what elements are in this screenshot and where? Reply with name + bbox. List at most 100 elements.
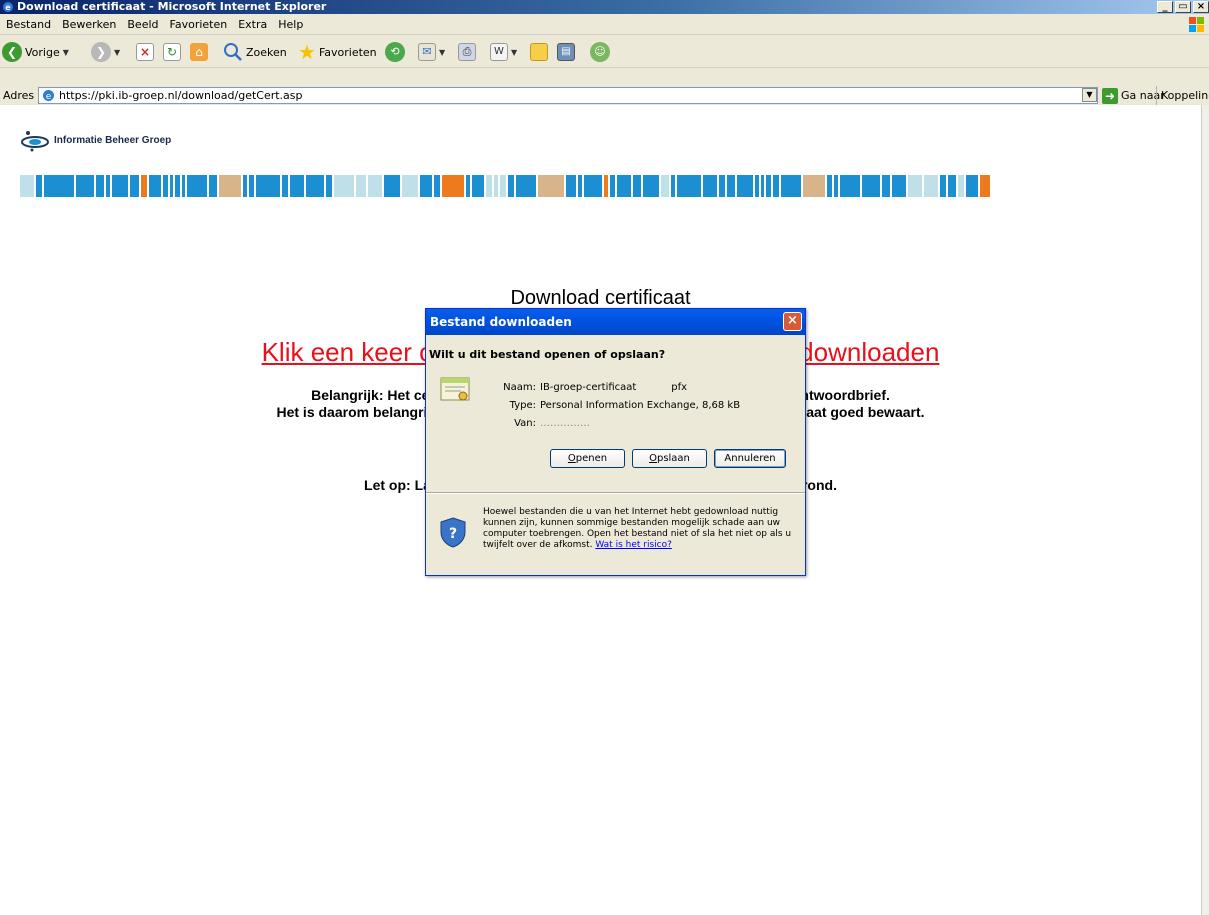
stripe-segment — [141, 175, 147, 197]
maximize-button[interactable]: ▭ — [1175, 1, 1191, 13]
stripe-segment — [486, 175, 492, 197]
refresh-button[interactable]: ↻ — [163, 40, 181, 64]
stripe-segment — [256, 175, 280, 197]
page-icon: e — [43, 90, 54, 102]
open-button[interactable]: Openen — [550, 449, 625, 468]
stripe-segment — [703, 175, 717, 197]
stripe-segment — [106, 175, 110, 197]
dialog-title: Bestand downloaden — [430, 315, 572, 329]
window-controls: _ ▭ × — [1157, 1, 1209, 13]
menu-extra[interactable]: Extra — [233, 14, 272, 35]
stripe-segment — [761, 175, 764, 197]
folder-button[interactable] — [530, 40, 548, 64]
save-button[interactable]: Opslaan — [632, 449, 707, 468]
page-heading: Download certificaat — [510, 287, 691, 309]
dialog-close-button[interactable]: × — [783, 312, 802, 331]
cancel-button[interactable]: Annuleren — [714, 449, 786, 468]
messenger-button[interactable]: ☺ — [590, 40, 610, 64]
stripe-segment — [719, 175, 725, 197]
stripe-segment — [434, 175, 440, 197]
close-window-button[interactable]: × — [1193, 1, 1209, 13]
dialog-divider — [426, 492, 805, 494]
stripe-segment — [617, 175, 631, 197]
minimize-button[interactable]: _ — [1157, 1, 1173, 13]
stripe-segment — [494, 175, 498, 197]
stripe-segment — [578, 175, 582, 197]
history-button[interactable]: ⟲ — [385, 40, 405, 64]
chevron-down-icon[interactable]: ▼ — [63, 48, 69, 57]
stripe-segment — [187, 175, 207, 197]
stripe-segment — [282, 175, 288, 197]
stripe-segment — [737, 175, 753, 197]
stripe-segment — [420, 175, 432, 197]
vertical-scrollbar[interactable] — [1201, 105, 1209, 915]
star-icon: ★ — [298, 40, 316, 64]
stripe-segment — [827, 175, 832, 197]
search-button[interactable]: Zoeken — [223, 40, 287, 64]
download-dialog: Bestand downloaden × Wilt u dit bestand … — [425, 308, 806, 576]
stripe-segment — [604, 175, 608, 197]
file-type-value: Personal Information Exchange, 8,68 kB — [540, 400, 741, 411]
print-button[interactable]: ⎙ — [458, 40, 476, 64]
dialog-title-bar: Bestand downloaden — [426, 309, 805, 335]
ib-logo-icon — [21, 131, 49, 152]
stop-button[interactable]: × — [136, 40, 154, 64]
decorative-stripe — [20, 175, 1201, 197]
file-name-row: Naam: IB-groep-certificaat pfx — [496, 382, 687, 393]
stripe-segment — [356, 175, 366, 197]
stripe-segment — [76, 175, 94, 197]
stripe-segment — [163, 175, 168, 197]
print-icon: ⎙ — [458, 43, 476, 61]
history-icon: ⟲ — [385, 42, 405, 62]
forward-button[interactable]: ❯ ▼ — [91, 40, 120, 64]
chevron-down-icon[interactable]: ▼ — [439, 48, 445, 57]
address-dropdown-button[interactable]: ▼ — [1082, 88, 1097, 102]
stripe-segment — [643, 175, 659, 197]
edit-button[interactable]: W ▼ — [490, 40, 517, 64]
menu-favorieten[interactable]: Favorieten — [165, 14, 233, 35]
stripe-segment — [661, 175, 669, 197]
stripe-segment — [908, 175, 922, 197]
favorites-label: Favorieten — [318, 45, 377, 59]
stripe-segment — [755, 175, 759, 197]
menu-bestand[interactable]: Bestand — [1, 14, 56, 35]
back-button[interactable]: ❮ Vorige ▼ — [2, 40, 69, 64]
stripe-segment — [566, 175, 576, 197]
favorites-button[interactable]: ★ Favorieten — [298, 40, 377, 64]
menu-beeld[interactable]: Beeld — [122, 14, 163, 35]
risk-link[interactable]: Wat is het risico? — [595, 540, 672, 550]
home-button[interactable]: ⌂ — [190, 40, 208, 64]
standard-toolbar: ❮ Vorige ▼ ❯ ▼ × ↻ ⌂ Zoeken ★ Favorieten… — [0, 36, 1209, 68]
stripe-segment — [96, 175, 104, 197]
refresh-icon: ↻ — [163, 43, 181, 61]
menu-bewerken[interactable]: Bewerken — [57, 14, 121, 35]
mail-button[interactable]: ✉ ▼ — [418, 40, 445, 64]
stripe-segment — [500, 175, 506, 197]
stripe-segment — [584, 175, 602, 197]
home-icon: ⌂ — [190, 43, 208, 61]
address-input[interactable]: e https://pki.ib-groep.nl/download/getCe… — [38, 87, 1098, 104]
stripe-segment — [219, 175, 241, 197]
stripe-segment — [803, 175, 825, 197]
stop-icon: × — [136, 43, 154, 61]
folder-icon — [530, 43, 548, 61]
stripe-segment — [538, 175, 564, 197]
window-title: Download certificaat - Microsoft Interne… — [17, 0, 327, 13]
stripe-segment — [112, 175, 128, 197]
stripe-segment — [306, 175, 324, 197]
research-button[interactable]: ▤ — [557, 40, 575, 64]
file-source-row: Van: …………… — [496, 418, 590, 429]
go-arrow-icon: ➜ — [1102, 87, 1118, 104]
stripe-segment — [368, 175, 382, 197]
menu-help[interactable]: Help — [273, 14, 308, 35]
stripe-segment — [940, 175, 946, 197]
stripe-segment — [882, 175, 890, 197]
stripe-segment — [466, 175, 470, 197]
stripe-segment — [671, 175, 675, 197]
stripe-segment — [175, 175, 180, 197]
links-button[interactable]: Koppelingen » — [1156, 86, 1209, 107]
chevron-down-icon[interactable]: ▼ — [511, 48, 517, 57]
file-name-value: IB-groep-certificaat pfx — [540, 382, 688, 393]
stripe-segment — [980, 175, 990, 197]
chevron-down-icon[interactable]: ▼ — [114, 48, 120, 57]
